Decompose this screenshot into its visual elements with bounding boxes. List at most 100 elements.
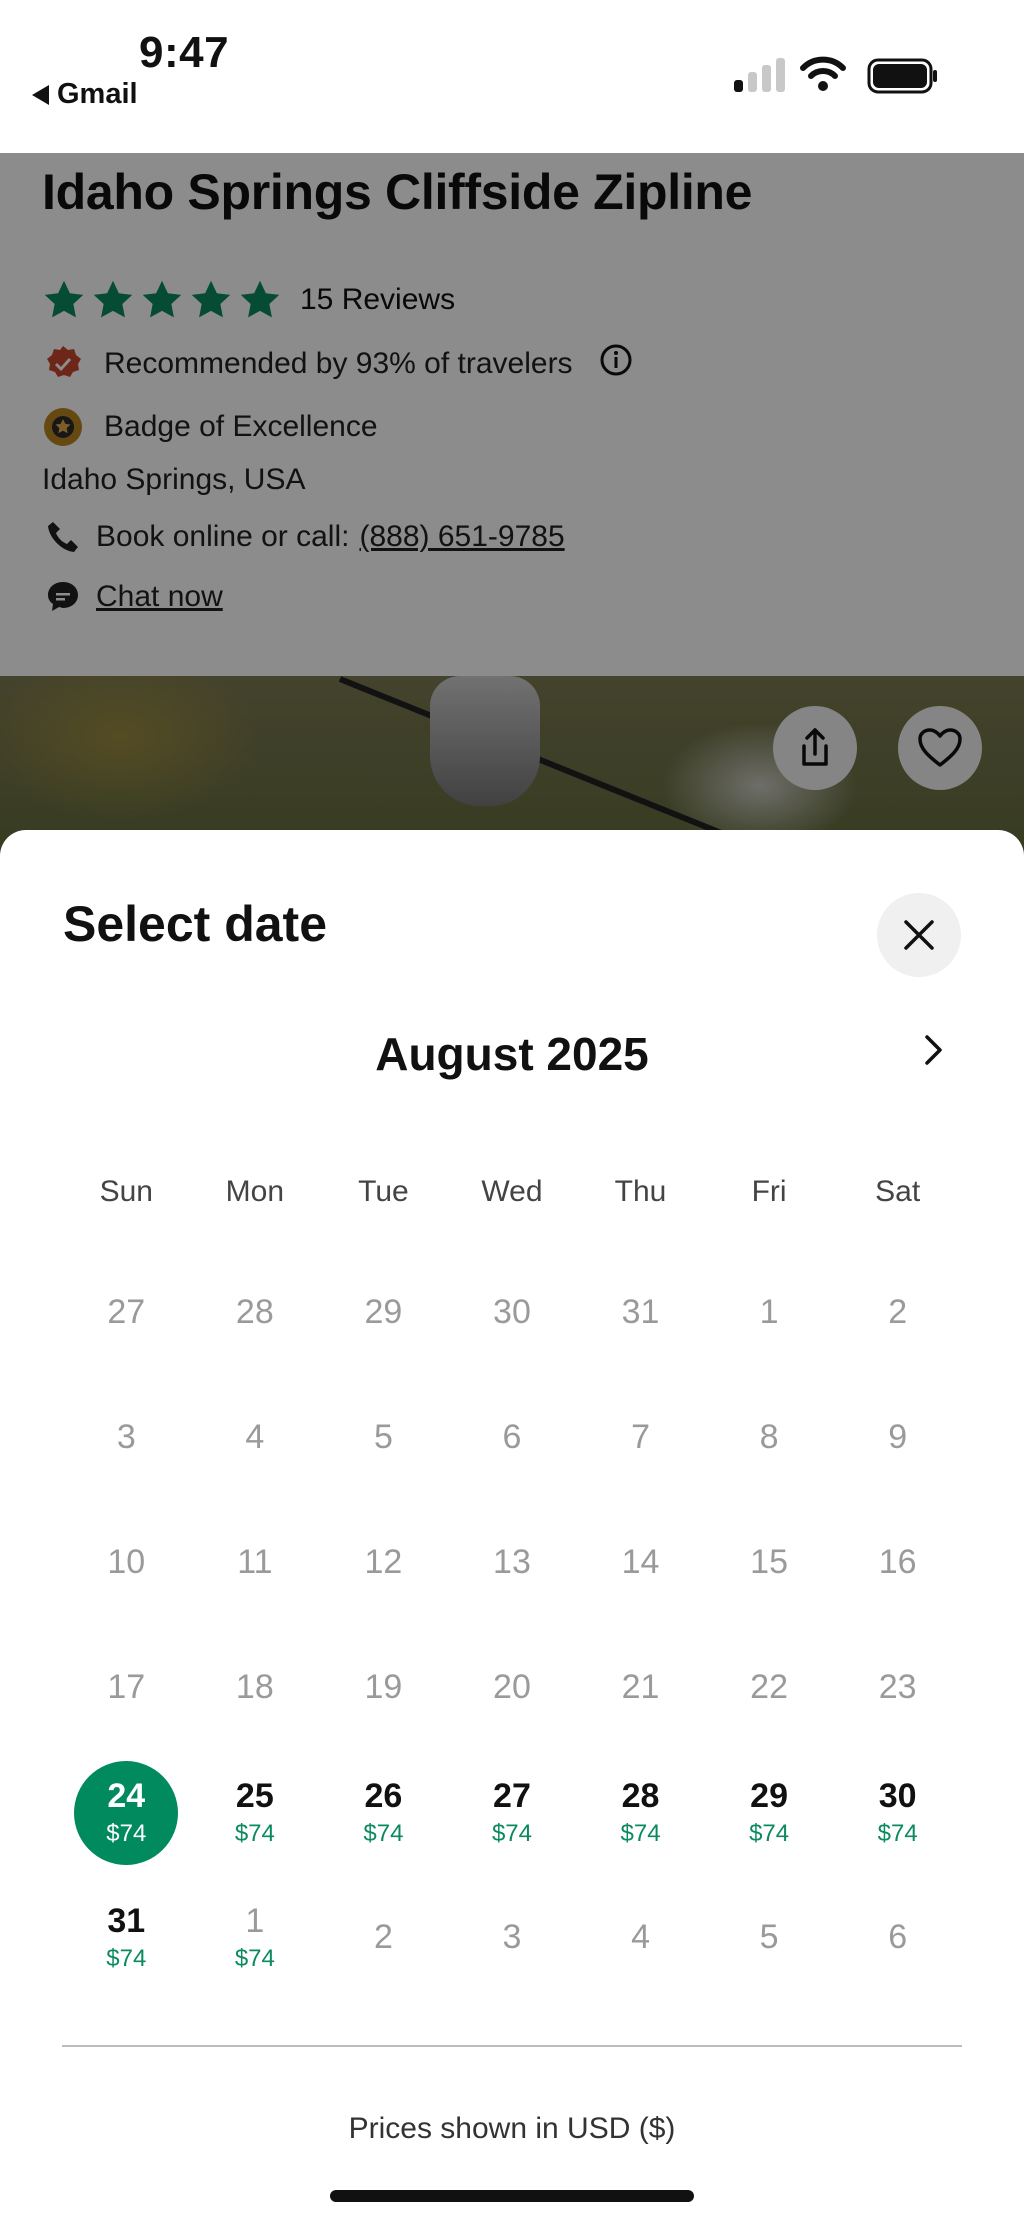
day-number: 6 <box>502 1418 522 1456</box>
day-number: 8 <box>759 1418 779 1456</box>
day-number: 3 <box>116 1418 136 1456</box>
day-number: 9 <box>888 1418 908 1456</box>
day-price: $74 <box>106 1945 147 1972</box>
day-number: 20 <box>493 1668 531 1706</box>
weekday-label: Mon <box>225 1175 285 1208</box>
calendar-week: 3 4 5 6 7 8 9 <box>62 1375 962 1500</box>
day-number: 28 <box>621 1777 660 1815</box>
day-number: 31 <box>621 1293 660 1331</box>
calendar-day: 29 <box>319 1250 448 1375</box>
next-month-button[interactable] <box>914 1030 954 1070</box>
calendar-day: 12 <box>319 1500 448 1625</box>
day-number: 21 <box>621 1668 660 1706</box>
calendar-day[interactable]: 27 $74 <box>448 1750 577 1875</box>
calendar-week: 24 $74 25 $74 26 $74 27 $74 28 $74 29 $74 30 $74 <box>62 1750 962 1875</box>
calendar-day[interactable]: 31 $74 <box>62 1875 191 2000</box>
day-number: 7 <box>631 1418 650 1456</box>
home-indicator <box>330 2190 694 2202</box>
day-number: 27 <box>493 1777 531 1815</box>
calendar-day: 28 <box>191 1250 320 1375</box>
calendar-day[interactable]: 26 $74 <box>319 1750 448 1875</box>
day-number: 30 <box>493 1293 531 1331</box>
calendar-day[interactable]: 28 $74 <box>576 1750 705 1875</box>
day-price: $74 <box>234 1945 275 1972</box>
day-number: 15 <box>750 1543 788 1581</box>
day-number: 18 <box>235 1668 274 1706</box>
calendar-day: 4 <box>191 1375 320 1500</box>
currency-note: Prices shown in USD ($) <box>348 2112 676 2145</box>
calendar-day[interactable]: 1 $74 <box>191 1875 320 2000</box>
day-number: 26 <box>364 1777 403 1815</box>
day-number: 4 <box>631 1918 650 1956</box>
weekday-label: Wed <box>481 1175 543 1208</box>
calendar-day: 4 <box>576 1875 705 2000</box>
month-label: August 2025 <box>375 1028 649 1080</box>
day-number: 2 <box>373 1918 393 1956</box>
calendar-day: 23 <box>833 1625 962 1750</box>
day-number: 16 <box>878 1543 917 1581</box>
day-number: 6 <box>888 1918 908 1956</box>
day-number: 23 <box>878 1668 917 1706</box>
calendar-week: 10 11 12 13 14 15 16 <box>62 1500 962 1625</box>
calendar-day: 6 <box>448 1375 577 1500</box>
battery-icon <box>867 58 937 94</box>
day-price: $74 <box>106 1820 147 1847</box>
day-number: 28 <box>235 1293 274 1331</box>
day-price: $74 <box>749 1820 790 1847</box>
calendar-day: 15 <box>705 1500 834 1625</box>
day-number: 4 <box>245 1418 265 1456</box>
calendar-day[interactable]: 29 $74 <box>705 1750 834 1875</box>
calendar-week: 27 28 29 30 31 1 2 <box>62 1250 962 1375</box>
chevron-right-icon <box>925 1035 942 1065</box>
calendar-day: 5 <box>705 1875 834 2000</box>
day-number: 1 <box>245 1902 265 1940</box>
calendar-day: 8 <box>705 1375 834 1500</box>
calendar-day: 13 <box>448 1500 577 1625</box>
day-number: 1 <box>759 1293 779 1331</box>
calendar-day-selected[interactable]: 24 $74 <box>62 1750 191 1875</box>
calendar-day: 3 <box>62 1375 191 1500</box>
day-number: 17 <box>107 1668 146 1706</box>
calendar-week: 31 $74 1 $74 2 3 4 5 6 <box>62 1875 962 2000</box>
weekday-header: Sun Mon Tue Wed Thu Fri Sat <box>62 1175 962 1209</box>
day-number: 24 <box>107 1777 146 1815</box>
day-number: 3 <box>502 1918 522 1956</box>
day-number: 30 <box>878 1777 917 1815</box>
day-price: $74 <box>234 1820 275 1847</box>
day-number: 13 <box>493 1543 531 1581</box>
calendar-day: 19 <box>319 1625 448 1750</box>
day-number: 29 <box>750 1777 788 1815</box>
day-price: $74 <box>491 1820 532 1847</box>
day-number: 29 <box>364 1293 403 1331</box>
calendar-day: 10 <box>62 1500 191 1625</box>
day-number: 27 <box>107 1293 146 1331</box>
close-button[interactable] <box>877 893 961 977</box>
calendar-day: 11 <box>191 1500 320 1625</box>
calendar-day[interactable]: 25 $74 <box>191 1750 320 1875</box>
back-to-app-link[interactable]: Gmail <box>32 78 138 111</box>
day-number: 22 <box>750 1668 788 1706</box>
calendar-day: 20 <box>448 1625 577 1750</box>
calendar-day: 22 <box>705 1625 834 1750</box>
weekday-label: Sat <box>875 1175 921 1208</box>
calendar-week: 17 18 19 20 21 22 23 <box>62 1625 962 1750</box>
calendar-day: 9 <box>833 1375 962 1500</box>
day-number: 5 <box>759 1918 779 1956</box>
day-number: 10 <box>107 1543 146 1581</box>
calendar-day[interactable]: 30 $74 <box>833 1750 962 1875</box>
status-bar: 9:47 Gmail <box>0 0 1024 153</box>
weekday-label: Fri <box>751 1175 787 1208</box>
back-triangle-icon <box>32 84 49 105</box>
calendar-day: 21 <box>576 1625 705 1750</box>
back-app-label: Gmail <box>57 78 138 110</box>
signal-icon <box>734 58 785 92</box>
calendar-day: 3 <box>448 1875 577 2000</box>
calendar-day: 16 <box>833 1500 962 1625</box>
select-date-sheet: Select date August 2025 Sun Mon Tue Wed Thu F… <box>0 830 1024 2220</box>
calendar-day: 6 <box>833 1875 962 2000</box>
weekday-label: Thu <box>614 1175 667 1208</box>
day-number: 12 <box>364 1543 403 1581</box>
calendar-day: 14 <box>576 1500 705 1625</box>
calendar-day: 1 <box>705 1250 834 1375</box>
day-number: 25 <box>235 1777 274 1815</box>
